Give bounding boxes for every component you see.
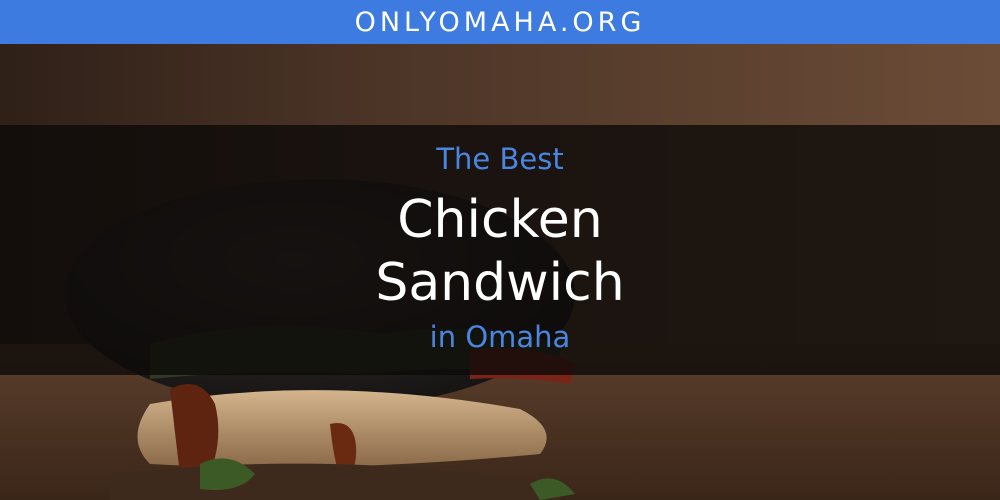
site-banner: ONLYOMAHA.ORG [0,0,1000,44]
headline-title-line1: Chicken [397,190,603,250]
headline-title-line2: Sandwich [375,253,625,313]
headline: The Best Chicken Sandwich in Omaha [0,125,1000,375]
site-name: ONLYOMAHA.ORG [354,6,646,38]
headline-post-title: in Omaha [429,320,571,354]
headline-pre-title: The Best [436,142,564,176]
hero-image: ONLYOMAHA.ORG The Best Chicken Sandwich … [0,0,1000,500]
